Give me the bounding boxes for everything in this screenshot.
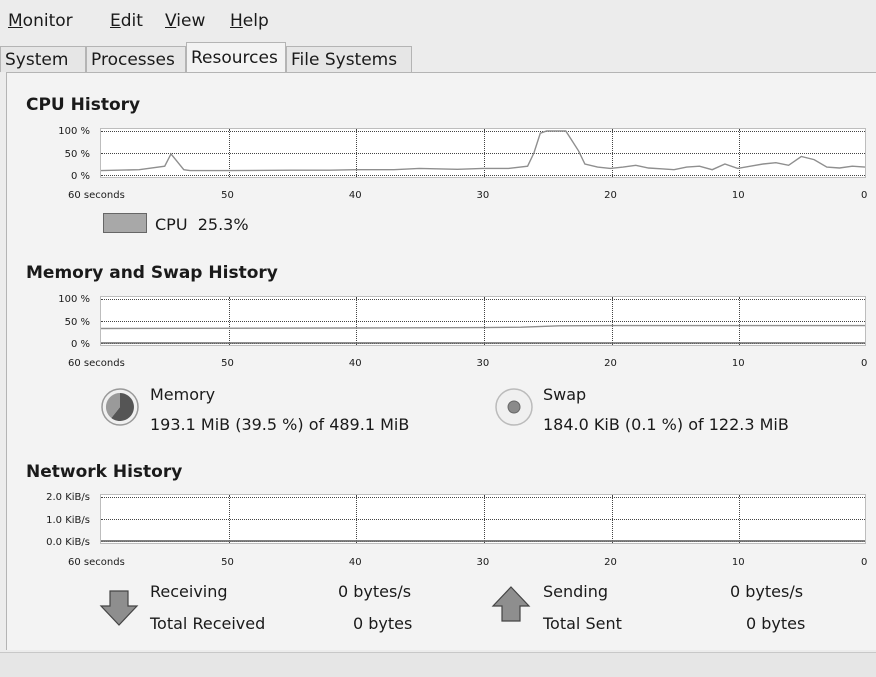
x-tick-label: 50: [221, 190, 234, 201]
x-tick-label: 30: [476, 190, 490, 201]
x-tick-label: 40: [348, 557, 362, 568]
cpu-legend: CPU 25.3%: [155, 215, 249, 234]
total-received-value: 0 bytes: [353, 614, 413, 633]
x-tick-label: 40: [348, 358, 362, 369]
network-history-graph: [100, 494, 866, 544]
menu-edit[interactable]: Edit: [110, 11, 143, 31]
x-tick-label: 40: [348, 190, 362, 201]
memory-ytick-100: 100 %: [58, 294, 90, 305]
network-history-title: Network History: [26, 462, 183, 482]
x-tick-label: 20: [604, 557, 617, 568]
network-ytick-0: 0.0 KiB/s: [46, 537, 90, 548]
memory-history-graph: [100, 296, 866, 346]
memory-value: 193.1 MiB (39.5 %) of 489.1 MiB: [150, 415, 410, 434]
menu-monitor[interactable]: Monitor: [8, 11, 73, 31]
swap-label: Swap: [543, 385, 587, 404]
menu-edit-label: dit: [120, 11, 143, 31]
tab-system[interactable]: System: [0, 46, 86, 72]
x-tick-label: 60 seconds: [68, 557, 125, 568]
receiving-value: 0 bytes/s: [338, 582, 412, 601]
memory-ytick-50: 50 %: [64, 317, 90, 328]
cpu-series-line: [101, 130, 865, 172]
cpu-color-swatch[interactable]: [103, 213, 147, 233]
x-tick-label: 10: [731, 557, 745, 568]
x-tick-label: 50: [221, 557, 234, 568]
x-tick-label: 20: [604, 358, 617, 369]
memory-label: Memory: [150, 385, 216, 404]
tab-resources[interactable]: Resources: [186, 42, 286, 73]
cpu-history-graph: [100, 128, 866, 178]
x-tick-label: 60 seconds: [68, 190, 125, 201]
menu-help-label: elp: [242, 11, 269, 31]
menu-help[interactable]: Help: [230, 11, 269, 31]
tab-processes[interactable]: Processes: [86, 46, 186, 72]
swap-value: 184.0 KiB (0.1 %) of 122.3 MiB: [543, 415, 789, 434]
tab-file-systems[interactable]: File Systems: [286, 46, 412, 72]
graph-plot-area: [101, 130, 865, 172]
sending-value: 0 bytes/s: [730, 582, 804, 601]
network-ytick-1: 1.0 KiB/s: [46, 515, 90, 526]
graph-plot-area: [101, 540, 865, 542]
swap-pie-icon[interactable]: [494, 387, 534, 427]
total-sent-value: 0 bytes: [746, 614, 806, 633]
cpu-ytick-0: 0 %: [70, 171, 90, 182]
x-tick-label: 30: [476, 358, 490, 369]
x-tick-label: 10: [731, 358, 745, 369]
memory-pie-icon[interactable]: [100, 387, 140, 427]
x-tick-label: 30: [476, 557, 490, 568]
cpu-legend-label: CPU: [155, 215, 188, 234]
x-tick-label: 50: [221, 358, 234, 369]
menu-help-mnemonic: H: [230, 11, 243, 31]
cpu-legend-value: 25.3%: [197, 215, 249, 234]
menu-monitor-mnemonic: M: [8, 11, 23, 31]
menu-view[interactable]: View: [165, 11, 205, 31]
menu-view-mnemonic: V: [165, 11, 177, 31]
total-received-label: Total Received: [150, 614, 266, 633]
graph-plot-area: [101, 324, 865, 344]
cpu-ytick-100: 100 %: [58, 126, 90, 137]
sending-arrow-icon[interactable]: [491, 585, 531, 623]
x-tick-label: 20: [604, 190, 617, 201]
status-bar: [0, 652, 876, 677]
x-tick-label: 0: [861, 358, 868, 369]
cpu-history-title: CPU History: [26, 95, 141, 115]
tab-bar: System Processes Resources File Systems: [0, 42, 876, 73]
menu-view-label: iew: [176, 11, 206, 31]
x-tick-label: 0: [861, 557, 868, 568]
total-sent-label: Total Sent: [543, 614, 622, 633]
receiving-arrow-icon[interactable]: [99, 589, 139, 627]
memory-history-title: Memory and Swap History: [26, 263, 278, 283]
network-ytick-2: 2.0 KiB/s: [46, 492, 90, 503]
menu-edit-mnemonic: E: [110, 11, 121, 31]
sending-label: Sending: [543, 582, 609, 601]
x-tick-label: 0: [861, 190, 868, 201]
memory-ytick-0: 0 %: [70, 339, 90, 350]
cpu-ytick-50: 50 %: [64, 149, 90, 160]
menu-bar: Monitor Edit View Help: [0, 0, 876, 40]
menu-monitor-label: onitor: [22, 11, 73, 31]
x-tick-label: 60 seconds: [68, 358, 125, 369]
memory-series-line: [101, 324, 865, 330]
x-tick-label: 10: [731, 190, 745, 201]
receiving-label: Receiving: [150, 582, 228, 601]
